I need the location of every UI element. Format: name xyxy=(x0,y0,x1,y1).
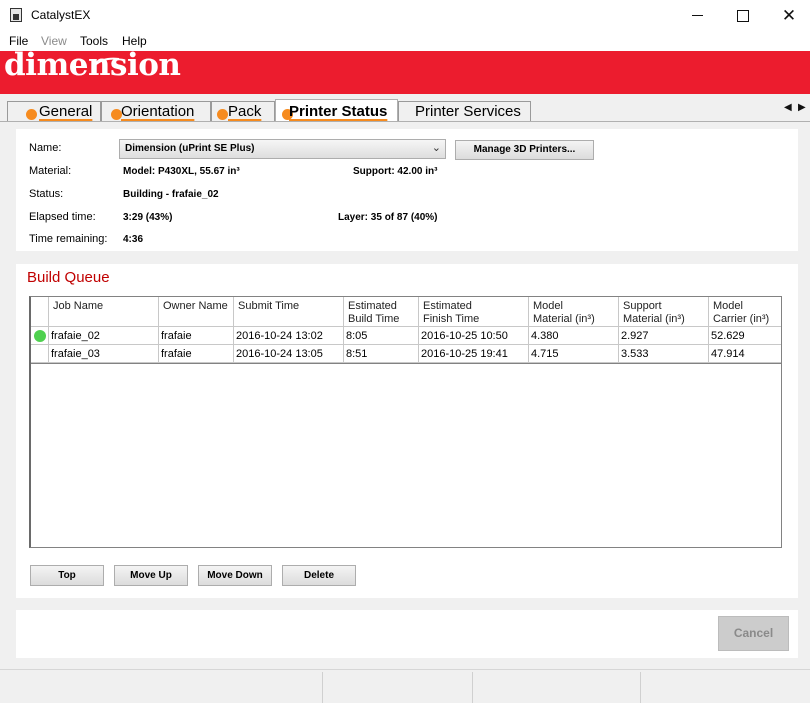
close-button[interactable]: ✕ xyxy=(766,0,810,31)
status-bar xyxy=(0,669,810,703)
table-cell[interactable]: 4.380 xyxy=(529,327,619,345)
menu-tools[interactable]: Tools xyxy=(80,34,108,48)
tab-indicator-icon xyxy=(217,109,228,120)
table-cell[interactable]: 3.533 xyxy=(619,345,709,363)
status-value: Building - frafaie_02 xyxy=(123,189,219,200)
tab-indicator-icon xyxy=(26,109,37,120)
table-cell[interactable]: frafaie xyxy=(159,345,234,363)
tab-label: Printer Status xyxy=(289,103,388,120)
name-label: Name: xyxy=(29,142,62,154)
table-cell[interactable]: 52.629 xyxy=(709,327,781,345)
status-bar-divider xyxy=(472,672,473,703)
table-cell[interactable]: 47.914 xyxy=(709,345,781,363)
column-header-job-name[interactable]: Job Name xyxy=(49,297,159,327)
header-label: Submit Time xyxy=(238,300,300,312)
table-cell[interactable]: 2016-10-24 13:05 xyxy=(234,345,344,363)
table-cell[interactable]: 2.927 xyxy=(619,327,709,345)
tab-general[interactable]: General xyxy=(7,101,101,122)
tab-printer-services[interactable]: Printer Services xyxy=(398,101,531,122)
maximize-button[interactable] xyxy=(720,0,766,31)
material-label: Material: xyxy=(29,165,72,177)
table-cell[interactable]: frafaie xyxy=(159,327,234,345)
menu-bar: File View Tools Help xyxy=(0,31,810,51)
brand-banner: dimension xyxy=(0,51,810,94)
build-queue-table: Job Name Owner Name Submit Time Estimate… xyxy=(29,296,782,548)
column-header-finish-time[interactable]: Estimated Finish Time xyxy=(419,297,529,327)
row-status-cell xyxy=(31,327,49,345)
column-header-support-material[interactable]: Support Material (in³) xyxy=(619,297,709,327)
tab-label: Printer Services xyxy=(415,103,521,120)
table-cell[interactable]: 2016-10-25 10:50 xyxy=(419,327,529,345)
table-cell[interactable]: 2016-10-24 13:02 xyxy=(234,327,344,345)
header-label: Support Material (in³) xyxy=(623,300,685,325)
layer-value: Layer: 35 of 87 (40%) xyxy=(338,212,438,223)
header-label: Model Carrier (in³) xyxy=(713,300,770,325)
tab-orientation[interactable]: Orientation xyxy=(101,101,211,122)
column-header-build-time[interactable]: Estimated Build Time xyxy=(344,297,419,327)
move-up-button[interactable]: Move Up xyxy=(114,565,188,586)
column-header-status xyxy=(31,297,49,327)
title-bar: CatalystEX ✕ xyxy=(0,0,810,31)
dimension-logo: dimension xyxy=(4,51,181,83)
header-label: Owner Name xyxy=(163,300,228,312)
status-bar-divider xyxy=(640,672,641,703)
header-label: Model Material (in³) xyxy=(533,300,595,325)
table-cell[interactable]: 2016-10-25 19:41 xyxy=(419,345,529,363)
menu-help[interactable]: Help xyxy=(122,34,147,48)
top-button[interactable]: Top xyxy=(30,565,104,586)
printer-name-value: Dimension (uPrint SE Plus) xyxy=(125,143,255,154)
footer-panel xyxy=(16,610,798,658)
tab-printer-status[interactable]: Printer Status xyxy=(275,99,398,122)
tab-pack[interactable]: Pack xyxy=(211,101,275,122)
column-header-model-material[interactable]: Model Material (in³) xyxy=(529,297,619,327)
time-remaining-value: 4:36 xyxy=(123,234,144,245)
support-material-value: Support: 42.00 in³ xyxy=(353,166,438,177)
build-queue-title: Build Queue xyxy=(27,269,110,286)
menu-view[interactable]: View xyxy=(41,34,67,48)
tab-scroll-right-icon[interactable]: ▶ xyxy=(798,102,806,113)
tab-scroll-left-icon[interactable]: ◀ xyxy=(784,102,792,113)
elapsed-time-value: 3:29 (43%) xyxy=(123,212,173,223)
app-icon xyxy=(10,8,22,22)
model-material-value: Model: P430XL, 55.67 in³ xyxy=(123,166,240,177)
header-label: Job Name xyxy=(53,300,104,312)
move-down-button[interactable]: Move Down xyxy=(198,565,272,586)
logo-swoosh-icon xyxy=(94,57,120,66)
column-header-submit-time[interactable]: Submit Time xyxy=(234,297,344,327)
cancel-button[interactable]: Cancel xyxy=(718,616,789,651)
status-label: Status: xyxy=(29,188,64,200)
tab-label: Pack xyxy=(228,103,262,120)
header-label: Estimated Finish Time xyxy=(423,300,480,325)
chevron-down-icon: ⌄ xyxy=(431,142,441,154)
menu-file[interactable]: File xyxy=(9,34,28,48)
row-status-cell xyxy=(31,345,49,363)
table-cell[interactable]: 8:51 xyxy=(344,345,419,363)
tab-content-border xyxy=(0,121,810,122)
table-rows-divider xyxy=(31,363,781,364)
tab-label: Orientation xyxy=(121,103,195,120)
window-title: CatalystEX xyxy=(31,8,91,22)
table-cell[interactable]: frafaie_03 xyxy=(49,345,159,363)
column-header-owner-name[interactable]: Owner Name xyxy=(159,297,234,327)
tab-label: General xyxy=(39,103,93,120)
table-cell[interactable]: 8:05 xyxy=(344,327,419,345)
minimize-button[interactable] xyxy=(674,0,720,31)
header-label: Estimated Build Time xyxy=(348,300,400,325)
time-remaining-label: Time remaining: xyxy=(29,233,108,245)
elapsed-time-label: Elapsed time: xyxy=(29,211,96,223)
column-header-model-carrier[interactable]: Model Carrier (in³) xyxy=(709,297,781,327)
table-cell[interactable]: frafaie_02 xyxy=(49,327,159,345)
table-cell[interactable]: 4.715 xyxy=(529,345,619,363)
manage-printers-button[interactable]: Manage 3D Printers... xyxy=(455,140,594,160)
status-bar-divider xyxy=(322,672,323,703)
building-status-icon xyxy=(34,330,46,342)
printer-name-select[interactable]: Dimension (uPrint SE Plus) ⌄ xyxy=(119,139,446,159)
tab-bar: General Orientation Pack Printer Status … xyxy=(0,94,810,122)
delete-button[interactable]: Delete xyxy=(282,565,356,586)
